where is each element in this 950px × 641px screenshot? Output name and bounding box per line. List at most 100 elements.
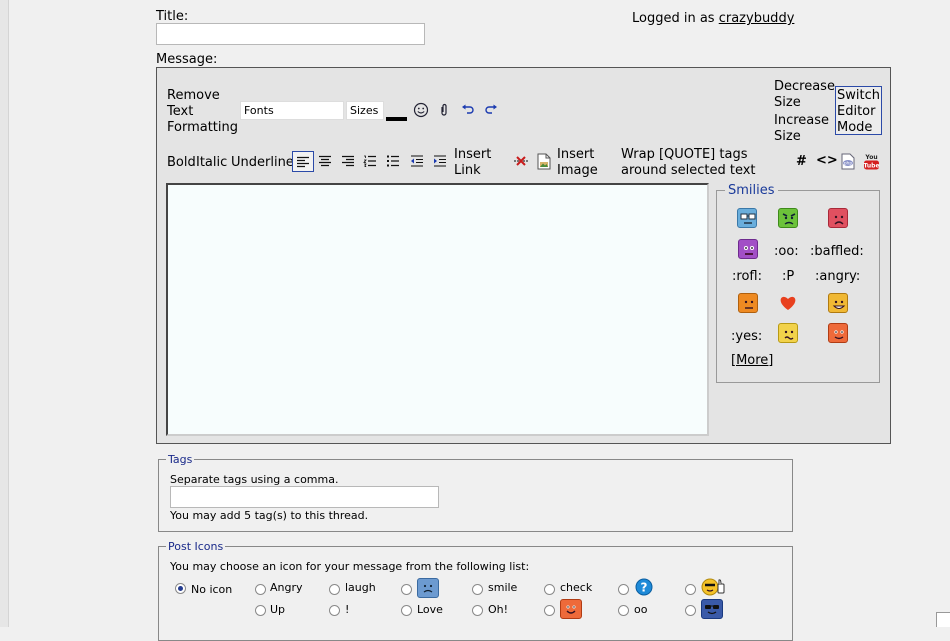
svg-text:Tube: Tube (863, 162, 879, 169)
smiley-baffled-text[interactable]: :baffled: (810, 244, 864, 259)
smiley-confused-icon[interactable] (778, 323, 798, 343)
ordered-list-icon[interactable] (361, 152, 379, 170)
unordered-list-icon[interactable] (384, 152, 402, 170)
post-icon-radio-none[interactable] (175, 583, 186, 594)
bold-button[interactable]: Bold (167, 155, 196, 171)
post-icon-label-oo: oo (634, 603, 648, 616)
smiley-happy-icon[interactable] (828, 323, 848, 343)
smiley-grin-icon[interactable] (828, 293, 848, 313)
post-icon-radio-cool-thumb[interactable] (685, 584, 696, 595)
tags-legend: Tags (166, 453, 195, 466)
post-icon-label-smile: smile (488, 581, 518, 594)
insert-link-line: Insert (454, 147, 492, 162)
post-icon-radio-laugh[interactable] (329, 584, 340, 595)
align-right-icon[interactable] (339, 152, 357, 170)
tags-input[interactable] (170, 486, 439, 508)
more-smilies-link[interactable]: [More] (731, 353, 773, 368)
smiley-glasses-icon[interactable] (737, 208, 757, 228)
align-left-icon[interactable] (292, 151, 314, 172)
remove-formatting-line: Remove (167, 88, 220, 103)
fonts-select[interactable]: Fonts (240, 101, 344, 120)
text-color-button[interactable] (386, 117, 407, 121)
switch-editor-mode-button[interactable]: Switch Editor Mode (835, 86, 882, 135)
post-icon-radio-cool[interactable] (685, 605, 696, 616)
insert-image-line: Insert (557, 147, 595, 162)
smiley-yes-text[interactable]: :yes: (731, 329, 762, 344)
smiley-orange-icon[interactable] (738, 293, 758, 313)
smiley-sad-icon[interactable] (828, 208, 848, 228)
code-button[interactable]: <> (816, 153, 838, 169)
php-icon[interactable]: php (840, 152, 856, 170)
post-icon-radio-oh[interactable] (472, 605, 483, 616)
wrap-quote-button[interactable]: Wrap [QUOTE] tags around selected text (621, 147, 756, 179)
post-icon-radio-sad[interactable] (401, 584, 412, 595)
post-icon-label-laugh: laugh (345, 581, 376, 594)
cool-thumbs-up-icon (701, 577, 727, 597)
underline-button[interactable]: Underline (231, 155, 294, 171)
scrollbar-corner[interactable] (936, 612, 950, 627)
decrease-size-line: Decrease (774, 79, 835, 94)
redo-icon[interactable] (483, 103, 499, 117)
smiley-purple-icon[interactable] (738, 239, 758, 259)
smiley-angry-text[interactable]: :angry: (815, 269, 860, 284)
text-color-swatch (386, 117, 407, 121)
insert-link-button[interactable]: Insert Link (454, 147, 491, 179)
svg-text:php: php (844, 160, 853, 166)
sad-face-icon (417, 578, 439, 598)
page-left-edge (0, 0, 9, 627)
youtube-icon[interactable]: You Tube (862, 151, 880, 171)
post-icon-label-angry: Angry (270, 581, 303, 594)
insert-image-button[interactable]: Insert Image (557, 147, 598, 179)
heart-icon[interactable] (777, 293, 799, 313)
smilies-legend: Smilies (725, 183, 778, 198)
hash-tag-button[interactable]: # (796, 154, 807, 170)
decrease-size-button[interactable]: Decrease Size (774, 79, 835, 111)
svg-text:?: ? (641, 581, 648, 595)
smiley-rofl-text[interactable]: :rofl: (732, 269, 762, 284)
attachment-icon[interactable] (437, 102, 451, 118)
post-icon-radio-oo[interactable] (618, 605, 629, 616)
increase-size-line: Size (774, 129, 801, 144)
post-icon-radio-smile[interactable] (472, 584, 483, 595)
tags-limit-text: You may add 5 tag(s) to this thread. (170, 509, 369, 522)
post-icon-label-oh: Oh! (488, 603, 509, 616)
align-center-icon[interactable] (316, 152, 334, 170)
remove-formatting-button[interactable]: Remove Text Formatting (167, 88, 238, 136)
post-icon-radio-exclaim[interactable] (329, 605, 340, 616)
username-link[interactable]: crazybuddy (719, 11, 795, 26)
post-icon-radio-check[interactable] (544, 584, 555, 595)
increase-size-button[interactable]: Increase Size (774, 113, 829, 145)
italic-button[interactable]: Italic (196, 155, 227, 171)
post-icon-radio-love[interactable] (401, 605, 412, 616)
post-icon-label-check: check (560, 581, 593, 594)
smiley-oo-text[interactable]: :oo: (774, 244, 799, 259)
smiley-p-text[interactable]: :P (782, 269, 794, 284)
switch-mode-line: Switch (837, 88, 880, 103)
remove-link-icon[interactable] (512, 153, 530, 169)
post-icon-radio-angry[interactable] (255, 584, 266, 595)
post-icon-radio-grin[interactable] (544, 605, 555, 616)
grin-face-icon (560, 599, 582, 619)
post-icon-label-up: Up (270, 603, 286, 616)
insert-image-line: Image (557, 163, 598, 178)
wrap-quote-line: Wrap [QUOTE] tags (621, 147, 748, 162)
outdent-icon[interactable] (408, 152, 426, 170)
message-label: Message: (156, 52, 218, 67)
title-input[interactable] (156, 23, 425, 45)
smiley-frown-icon[interactable] (778, 208, 798, 228)
wrap-quote-line: around selected text (621, 163, 756, 178)
message-textarea[interactable] (166, 183, 709, 436)
sizes-select[interactable]: Sizes (346, 101, 384, 120)
insert-image-icon (535, 152, 553, 170)
post-icon-radio-up[interactable] (255, 605, 266, 616)
undo-icon[interactable] (460, 103, 476, 117)
smiley-icon[interactable] (412, 101, 430, 119)
post-icon-radio-question[interactable] (618, 584, 629, 595)
remove-formatting-line: Text (167, 104, 194, 119)
svg-text:You: You (864, 154, 877, 161)
indent-icon[interactable] (431, 152, 449, 170)
post-icon-label-love: Love (417, 603, 443, 616)
post-icons-hint: You may choose an icon for your message … (170, 560, 530, 573)
question-icon: ? (634, 577, 654, 597)
post-icon-label-exclaim: ! (345, 603, 350, 616)
